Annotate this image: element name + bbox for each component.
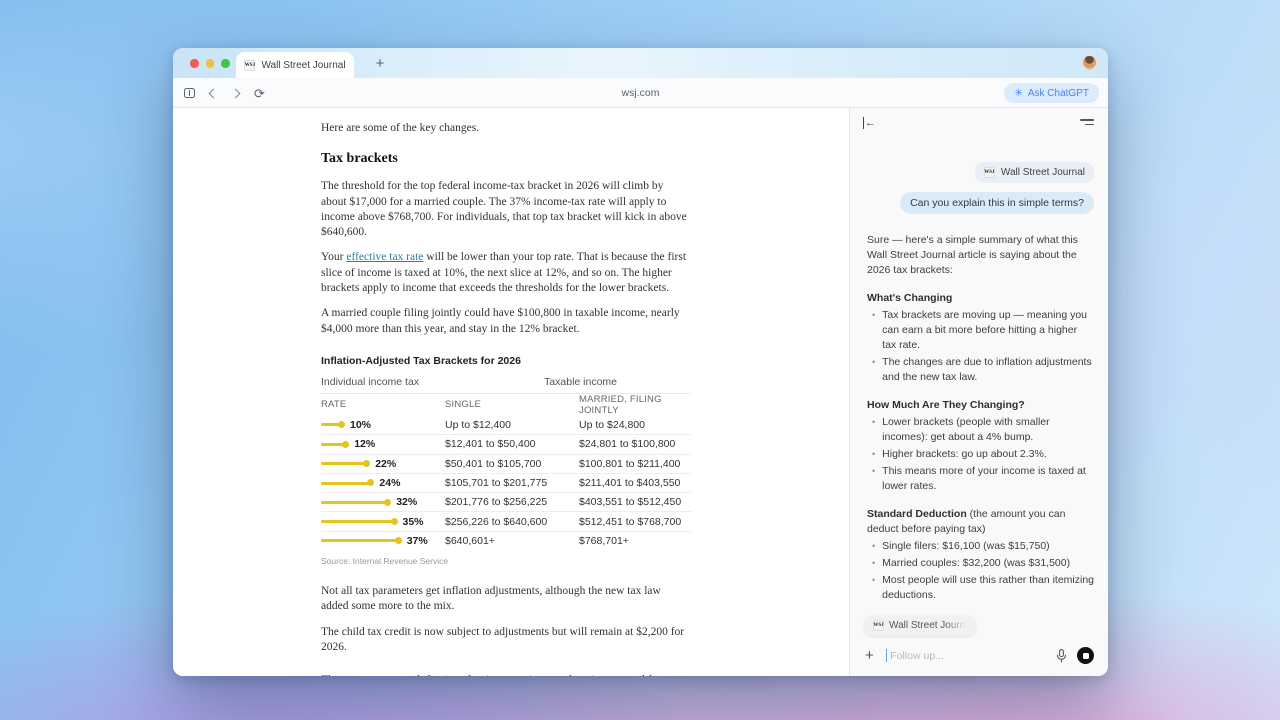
assistant-intro: Sure — here's a simple summary of what t… <box>867 233 1094 278</box>
user-message-bubble: Can you explain this in simple terms? <box>900 192 1094 214</box>
chart-title: Inflation-Adjusted Tax Brackets for 2026 <box>321 355 691 367</box>
wsj-favicon-icon: WSJ <box>873 620 884 631</box>
list-item: •Lower brackets (people with smaller inc… <box>867 415 1094 445</box>
table-row: 24%$105,701 to $201,775$211,401 to $403,… <box>321 473 691 492</box>
stop-button[interactable] <box>1077 647 1094 664</box>
rate-bar <box>321 443 346 446</box>
ask-chatgpt-button[interactable]: ✳ Ask ChatGPT <box>1004 83 1099 103</box>
new-tab-button[interactable]: + <box>369 52 391 74</box>
menu-icon[interactable] <box>1080 119 1094 125</box>
table-row: 10%Up to $12,400Up to $24,800 <box>321 415 691 434</box>
chart-axis-labels: Individual income tax Taxable income <box>321 376 691 394</box>
article-paragraph: Your effective tax rate will be lower th… <box>321 250 691 296</box>
url-text: wsj.com <box>622 87 660 99</box>
source-page-chip[interactable]: WSJ Wall Street Journal <box>975 162 1094 183</box>
list-item: •Single filers: $16,100 (was $15,750) <box>867 539 1094 554</box>
list-item: •Tax brackets are moving up — meaning yo… <box>867 308 1094 353</box>
assistant-message: Sure — here's a simple summary of what t… <box>867 233 1094 644</box>
context-chip-label: Wall Street Journal <box>889 620 967 631</box>
close-button[interactable] <box>190 59 199 68</box>
table-header-row: RATE SINGLE MARRIED, FILING JOINTLY <box>321 394 691 415</box>
assistant-section: What's Changing•Tax brackets are moving … <box>867 291 1094 385</box>
list-item: •The changes are due to inflation adjust… <box>867 355 1094 385</box>
article-heading-tax-brackets: Tax brackets <box>321 151 691 167</box>
table-row: 12%$12,401 to $50,400$24,801 to $100,800 <box>321 434 691 453</box>
rate-bar <box>321 423 342 426</box>
chart-left-label: Individual income tax <box>321 376 419 388</box>
list-item: •Higher brackets: go up about 2.3%. <box>867 447 1094 462</box>
table-row: 35%$256,226 to $640,600$512,451 to $768,… <box>321 511 691 530</box>
tax-table-rows: 10%Up to $12,400Up to $24,80012%$12,401 … <box>321 415 691 550</box>
context-chip[interactable]: WSJ Wall Street Journal <box>865 615 975 636</box>
browser-toolbar: ⟳ wsj.com ✳ Ask ChatGPT <box>173 78 1108 108</box>
browser-window: WSJ Wall Street Journal + ⟳ wsj.com ✳ As… <box>173 48 1108 676</box>
traffic-lights <box>190 59 230 68</box>
tax-brackets-chart: Inflation-Adjusted Tax Brackets for 2026… <box>321 355 691 566</box>
text: Your <box>321 251 346 263</box>
assistant-section: How Much Are They Changing?•Lower bracke… <box>867 398 1094 494</box>
rate-bar <box>321 520 395 523</box>
minimize-button[interactable] <box>206 59 215 68</box>
maximize-button[interactable] <box>221 59 230 68</box>
column-header-married: MARRIED, FILING JOINTLY <box>579 394 691 416</box>
tab-wall-street-journal[interactable]: WSJ Wall Street Journal <box>236 52 354 78</box>
collapse-sidebar-icon[interactable]: ← <box>863 117 876 129</box>
article-pane: Here are some of the key changes. Tax br… <box>173 108 849 676</box>
article-paragraph: The threshold for the top federal income… <box>321 179 691 240</box>
assistant-sections: What's Changing•Tax brackets are moving … <box>867 291 1094 644</box>
table-row: 22%$50,401 to $105,700$100,801 to $211,4… <box>321 454 691 473</box>
rate-bar <box>321 539 399 542</box>
rate-bar <box>321 462 367 465</box>
tab-title: Wall Street Journal <box>261 60 345 71</box>
list-item: •This means more of your income is taxed… <box>867 464 1094 494</box>
tab-strip: WSJ Wall Street Journal + <box>173 48 1108 78</box>
followup-input[interactable]: Follow up... <box>890 650 1056 662</box>
address-bar[interactable]: wsj.com <box>173 78 1108 108</box>
text-cursor <box>886 649 888 662</box>
column-header-rate: RATE <box>321 399 445 410</box>
chart-source: Source: Internal Revenue Service <box>321 556 691 566</box>
conversation: WSJ Wall Street Journal Can you explain … <box>850 138 1108 676</box>
article-paragraph: The child tax credit is now subject to a… <box>321 625 691 656</box>
effective-tax-rate-link[interactable]: effective tax rate <box>346 251 423 263</box>
microphone-icon[interactable] <box>1056 649 1067 663</box>
table-row: 32%$201,776 to $256,225$403,551 to $512,… <box>321 492 691 511</box>
chatgpt-sidebar: ← WSJ Wall Street Journal Can you explai… <box>849 108 1108 676</box>
column-header-single: SINGLE <box>445 399 579 410</box>
wsj-favicon-icon: WSJ <box>244 60 255 71</box>
sidebar-header: ← <box>850 108 1108 138</box>
article-intro: Here are some of the key changes. <box>321 121 691 136</box>
wsj-favicon-icon: WSJ <box>984 167 995 178</box>
ask-chatgpt-label: Ask ChatGPT <box>1028 88 1089 99</box>
article-paragraph: The new temporary deductions for tips, o… <box>321 673 691 676</box>
article-paragraph: A married couple filing jointly could ha… <box>321 306 691 337</box>
assistant-section: Standard Deduction (the amount you can d… <box>867 507 1094 603</box>
list-item: •Married couples: $32,200 (was $31,500) <box>867 556 1094 571</box>
profile-avatar[interactable] <box>1082 55 1097 70</box>
chart-right-label: Taxable income <box>544 376 617 388</box>
rate-bar <box>321 501 388 504</box>
table-row: 37%$640,601+$768,701+ <box>321 531 691 550</box>
article-paragraph: Not all tax parameters get inflation adj… <box>321 584 691 615</box>
composer: WSJ Wall Street Journal + Follow up... <box>850 597 1108 676</box>
rate-bar <box>321 482 371 485</box>
openai-logo-icon: ✳ <box>1014 88 1022 99</box>
attach-plus-icon[interactable]: + <box>865 647 874 664</box>
source-chip-label: Wall Street Journal <box>1001 167 1085 178</box>
